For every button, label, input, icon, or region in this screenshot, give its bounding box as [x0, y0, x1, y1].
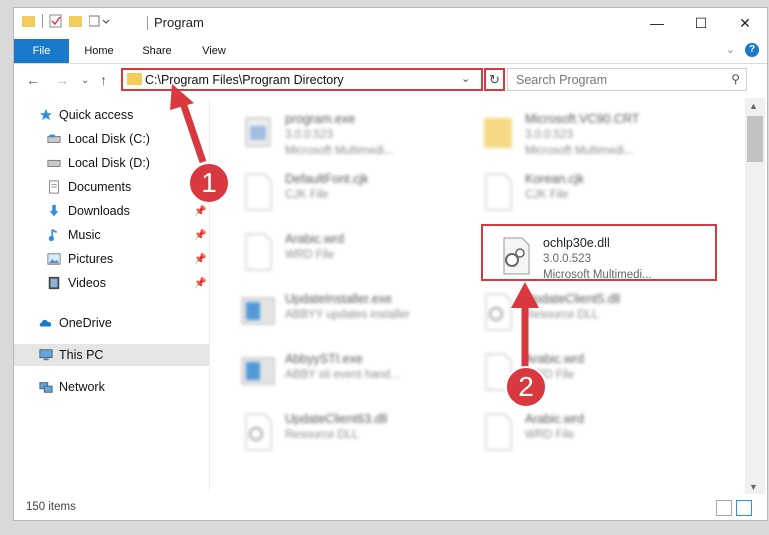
arrow-to-dll-file	[511, 282, 539, 372]
annotation-marker-1: 1	[188, 162, 230, 204]
annotation-marker-2: 2	[505, 366, 547, 408]
